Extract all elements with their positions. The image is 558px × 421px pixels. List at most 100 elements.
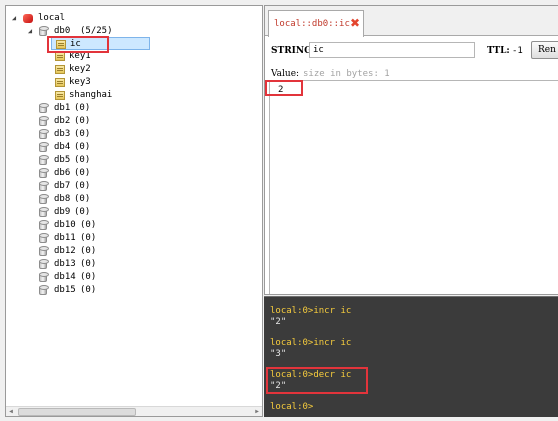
key-name: key3	[69, 77, 91, 87]
tree-db1[interactable]: db1 (0)	[6, 102, 126, 115]
db-key-count: (0)	[80, 272, 97, 282]
key-name: shanghai	[69, 90, 113, 100]
db-name: db7	[54, 181, 71, 191]
close-tab-icon[interactable]: ✖	[349, 17, 361, 29]
console-line: local:0>decr ic	[270, 370, 352, 380]
db-key-count: (0)	[74, 116, 91, 126]
redis-server-icon	[22, 13, 34, 24]
db-name: db4	[54, 142, 71, 152]
tree-db2[interactable]: db2 (0)	[6, 115, 126, 128]
tree-key-shanghai[interactable]: shanghai	[51, 89, 150, 102]
db-key-count: (0)	[74, 168, 91, 178]
collapse-arrow-icon[interactable]: ◢	[26, 25, 34, 38]
database-icon	[38, 233, 49, 244]
tree-db6[interactable]: db6 (0)	[6, 167, 126, 180]
db-key-count: (0)	[74, 207, 91, 217]
db-key-count: (0)	[80, 259, 97, 269]
tree-key-key1[interactable]: key1	[51, 50, 150, 63]
db-name: db6	[54, 168, 71, 178]
database-icon	[38, 181, 49, 192]
database-icon	[38, 129, 49, 140]
tree-db12[interactable]: db12 (0)	[6, 245, 126, 258]
db-key-count: (0)	[80, 246, 97, 256]
key-editor-panel: local::db0::ic ✖ STRING: ic TTL: -1 Ren …	[264, 5, 558, 295]
console-line: "2"	[270, 317, 287, 327]
database-icon	[38, 259, 49, 270]
db-name: db14	[54, 272, 76, 282]
scroll-left-arrow-icon[interactable]: ◀	[6, 407, 16, 416]
db-key-count: (0)	[80, 220, 97, 230]
rename-button[interactable]: Ren	[531, 41, 558, 59]
scrollbar-thumb[interactable]	[18, 408, 136, 416]
db-name: db15	[54, 285, 76, 295]
db-name: db10	[54, 220, 76, 230]
db-name: db1	[54, 103, 71, 113]
string-key-icon	[54, 64, 66, 75]
database-icon	[38, 103, 49, 114]
key-name: key1	[69, 51, 91, 61]
tree-db8[interactable]: db8 (0)	[6, 193, 126, 206]
db-name: db11	[54, 233, 76, 243]
value-label: Value:	[271, 69, 300, 79]
server-name: local	[38, 13, 66, 23]
tree-db13[interactable]: db13 (0)	[6, 258, 126, 271]
console-panel[interactable]: local:0>incr ic "2" local:0>incr ic "3" …	[264, 296, 558, 417]
ttl-value: -1	[512, 46, 523, 56]
db-name: db13	[54, 259, 76, 269]
tree-key-ic[interactable]: ic	[51, 37, 150, 50]
db-name: db12	[54, 246, 76, 256]
console-line: "3"	[270, 349, 287, 359]
console-prompt[interactable]: local:0>	[270, 402, 313, 413]
tree-horizontal-scrollbar[interactable]: ◀ ▶	[6, 406, 262, 416]
database-icon	[38, 116, 49, 127]
db-name: db5	[54, 155, 71, 165]
console-line: "2"	[270, 381, 287, 391]
collapse-arrow-icon[interactable]: ◢	[10, 12, 18, 25]
tab-bar: local::db0::ic ✖	[265, 6, 558, 37]
database-icon	[38, 246, 49, 257]
database-icon	[38, 26, 49, 37]
tree-db4[interactable]: db4 (0)	[6, 141, 126, 154]
string-key-icon	[54, 90, 66, 101]
db-name: db8	[54, 194, 71, 204]
database-icon	[38, 155, 49, 166]
value-size-hint: size in bytes: 1	[303, 69, 390, 79]
db-name: db3	[54, 129, 71, 139]
tree-db10[interactable]: db10 (0)	[6, 219, 126, 232]
tree-db14[interactable]: db14 (0)	[6, 271, 126, 284]
console-line: local:0>incr ic	[270, 338, 352, 348]
string-key-icon	[54, 51, 66, 62]
db-key-count: (0)	[74, 103, 91, 113]
tree-db5[interactable]: db5 (0)	[6, 154, 126, 167]
db-name: db2	[54, 116, 71, 126]
tree-key-key2[interactable]: key2	[51, 63, 150, 76]
database-icon	[38, 272, 49, 283]
string-key-icon	[55, 39, 67, 50]
tree-key-key3[interactable]: key3	[51, 76, 150, 89]
database-icon	[38, 194, 49, 205]
tree-db3[interactable]: db3 (0)	[6, 128, 126, 141]
tab-title: local::db0::ic	[274, 19, 350, 29]
database-icon	[38, 207, 49, 218]
key-name: key2	[69, 64, 91, 74]
database-icon	[38, 142, 49, 153]
console-line: local:0>incr ic	[270, 306, 352, 316]
value-text: 2	[278, 85, 284, 95]
db-key-count: (0)	[80, 285, 97, 295]
tree-db11[interactable]: db11 (0)	[6, 232, 126, 245]
value-editor[interactable]: 2	[269, 80, 558, 294]
db-key-count: (0)	[74, 181, 91, 191]
tree-db9[interactable]: db9 (0)	[6, 206, 126, 219]
tab-local-db0-ic[interactable]: local::db0::ic ✖	[268, 10, 364, 37]
tree-server-local[interactable]: ◢ local	[6, 12, 126, 25]
key-name-input[interactable]: ic	[309, 42, 475, 58]
ttl-label: TTL:	[487, 46, 510, 56]
database-icon	[38, 168, 49, 179]
db-key-count: (0)	[74, 142, 91, 152]
connection-tree[interactable]: ◢ local ◢ db0 (5/25) ic key1 key2 key3 s…	[5, 5, 263, 417]
tree-db7[interactable]: db7 (0)	[6, 180, 126, 193]
scroll-right-arrow-icon[interactable]: ▶	[252, 407, 262, 416]
string-key-icon	[54, 77, 66, 88]
tree-db15[interactable]: db15 (0)	[6, 284, 126, 297]
db-key-count: (0)	[74, 129, 91, 139]
